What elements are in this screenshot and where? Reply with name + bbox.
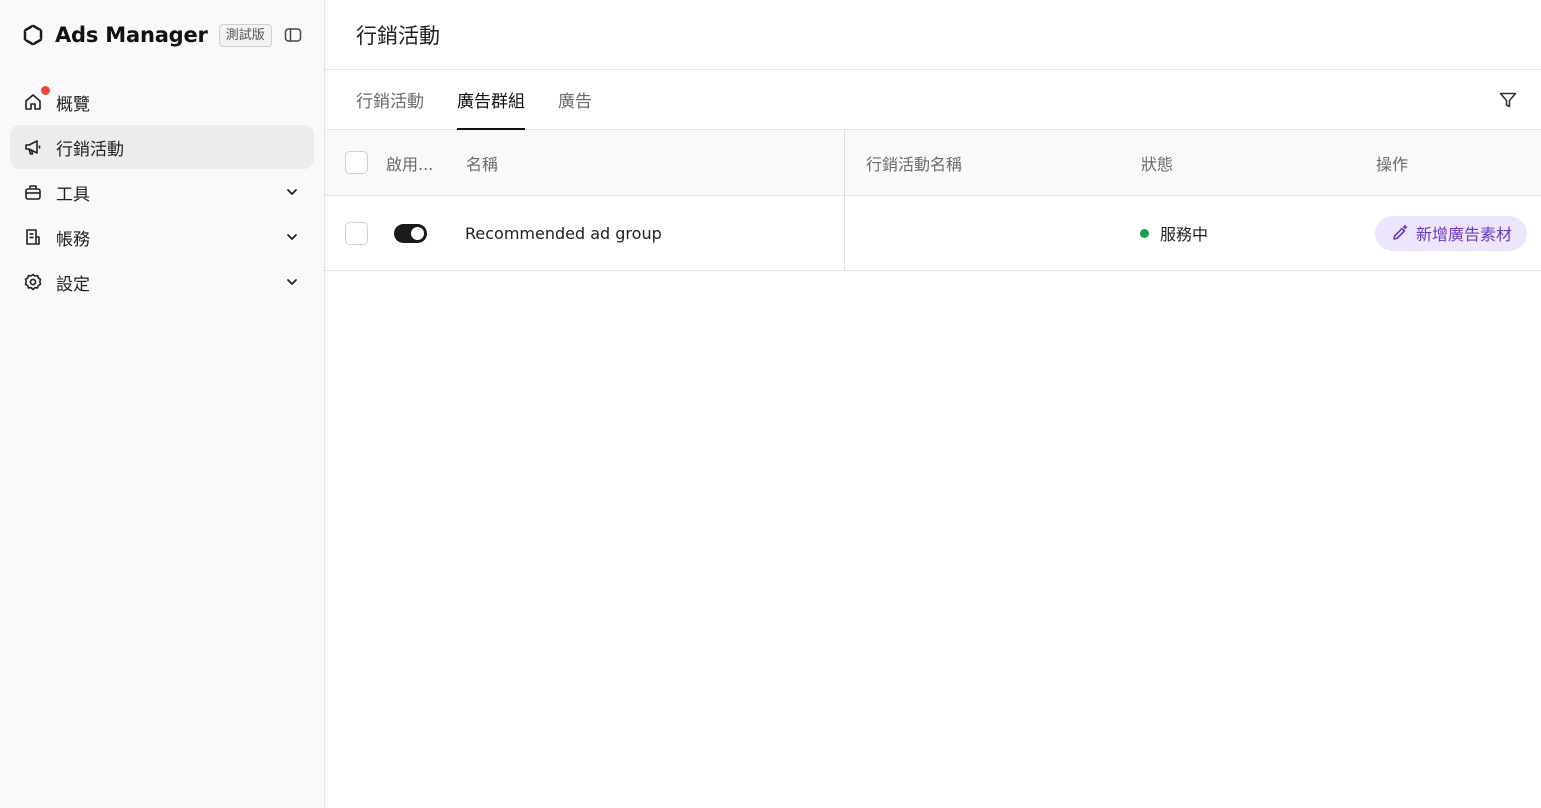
brand-title: Ads Manager: [55, 23, 208, 47]
openai-logo-icon: [20, 22, 46, 48]
sidebar-item-label: 概覽: [56, 94, 90, 115]
sidebar-toggle-icon[interactable]: [283, 25, 303, 45]
chevron-down-icon[interactable]: [282, 182, 302, 202]
ad-group-name[interactable]: Recommended ad group: [465, 224, 662, 243]
table-row[interactable]: Recommended ad group 服務中 新增廣告素材: [325, 196, 1541, 271]
column-header-name[interactable]: 名稱: [466, 151, 498, 175]
ad-groups-table: 啟用... 名稱 行銷活動名稱 狀態 操作 Recommended ad gro…: [325, 130, 1541, 271]
sidebar-item-label: 行銷活動: [56, 139, 124, 160]
notification-dot: [41, 86, 50, 95]
tab-ads[interactable]: 廣告: [558, 69, 592, 129]
gear-icon: [22, 271, 44, 293]
select-all-checkbox[interactable]: [345, 151, 368, 174]
chevron-down-icon[interactable]: [282, 272, 302, 292]
tabs-bar: 行銷活動 廣告群組 廣告: [325, 70, 1541, 130]
tab-ad-groups[interactable]: 廣告群組: [457, 69, 525, 130]
status-dot: [1140, 228, 1149, 238]
sidebar-item-overview[interactable]: 概覽: [10, 80, 314, 124]
column-header-campaign-name[interactable]: 行銷活動名稱: [866, 151, 962, 175]
app-root: Ads Manager 測試版 概覽 行銷活動 工具 帳務 設定 行銷活動 行銷…: [0, 0, 1541, 808]
page-title: 行銷活動: [356, 23, 440, 48]
status-cell: 服務中: [1140, 221, 1208, 245]
column-divider: [844, 196, 845, 270]
column-header-actions: 操作: [1376, 154, 1409, 174]
sidebar-item-label: 帳務: [56, 229, 90, 250]
column-header-status[interactable]: 狀態: [1141, 151, 1173, 175]
sidebar-item-label: 工具: [56, 184, 90, 205]
filter-icon[interactable]: [1497, 89, 1519, 111]
column-header-enabled[interactable]: 啟用...: [386, 151, 433, 175]
sidebar-item-tools[interactable]: 工具: [10, 170, 314, 214]
sidebar-nav: 概覽 行銷活動 工具 帳務 設定: [0, 70, 324, 304]
sidebar-item-billing[interactable]: 帳務: [10, 215, 314, 259]
sidebar-item-label: 設定: [56, 274, 90, 295]
sidebar: Ads Manager 測試版 概覽 行銷活動 工具 帳務 設定: [0, 0, 325, 808]
toolbox-icon: [22, 181, 44, 203]
sidebar-item-campaigns[interactable]: 行銷活動: [10, 125, 314, 169]
page-header: 行銷活動: [325, 0, 1541, 70]
pencil-sparkle-icon: [1390, 223, 1410, 243]
column-divider[interactable]: [844, 130, 845, 195]
add-creative-label: 新增廣告素材: [1416, 225, 1513, 244]
home-icon: [22, 86, 50, 113]
chevron-down-icon[interactable]: [282, 227, 302, 247]
status-text: 服務中: [1160, 225, 1209, 244]
row-checkbox[interactable]: [345, 221, 368, 245]
table-header: 啟用... 名稱 行銷活動名稱 狀態 操作: [325, 130, 1541, 196]
add-creative-button[interactable]: 新增廣告素材: [1375, 215, 1528, 251]
brand-header: Ads Manager 測試版: [0, 0, 324, 70]
sidebar-item-settings[interactable]: 設定: [10, 260, 314, 304]
beta-badge: 測試版: [218, 23, 272, 47]
main-content: 行銷活動 行銷活動 廣告群組 廣告 啟用... 名稱 行銷活動名稱 狀態 操作: [325, 0, 1541, 808]
megaphone-icon: [22, 136, 44, 158]
receipt-icon: [22, 226, 44, 248]
enabled-toggle[interactable]: [394, 223, 427, 243]
tab-campaigns[interactable]: 行銷活動: [356, 69, 424, 129]
